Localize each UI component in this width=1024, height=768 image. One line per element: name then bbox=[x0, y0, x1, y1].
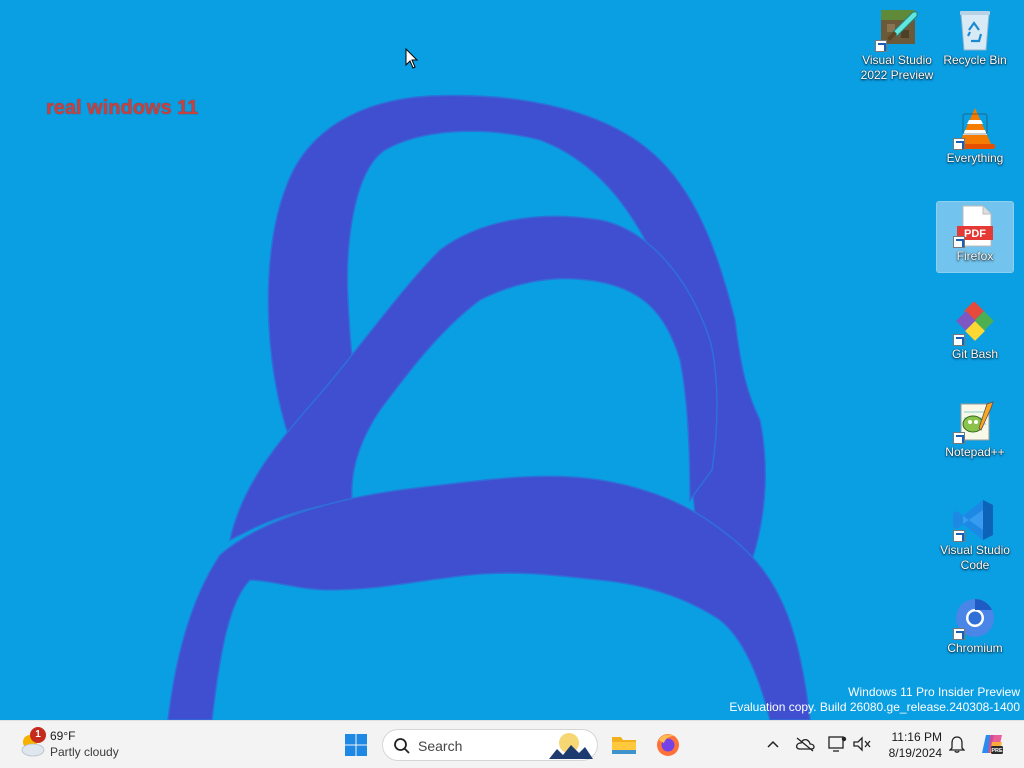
mouse-pointer-icon bbox=[405, 48, 419, 69]
weather-condition: Partly cloudy bbox=[50, 745, 119, 759]
shortcut-arrow-icon bbox=[953, 530, 965, 542]
copilot-button[interactable]: PRE bbox=[980, 732, 1004, 756]
desktop-icon-label: Visual Studio Code bbox=[940, 543, 1010, 572]
show-hidden-icons-button[interactable] bbox=[762, 733, 784, 755]
search-placeholder: Search bbox=[418, 738, 463, 754]
shortcut-arrow-icon bbox=[953, 432, 965, 444]
onedrive-tray-icon[interactable] bbox=[794, 733, 816, 755]
weather-temperature: 69°F bbox=[50, 729, 76, 743]
recycle-bin-icon bbox=[960, 11, 990, 51]
taskbar-file-explorer[interactable] bbox=[606, 727, 642, 763]
watermark-build: Evaluation copy. Build 26080.ge_release.… bbox=[729, 700, 1020, 714]
shortcut-arrow-icon bbox=[875, 40, 887, 52]
desktop-icon-everything[interactable]: Everything bbox=[937, 104, 1013, 174]
copilot-icon: PRE bbox=[982, 735, 1003, 754]
desktop-icon-chromium[interactable]: Chromium bbox=[937, 594, 1013, 664]
desktop-icon-visual-studio-code[interactable]: Visual Studio Code bbox=[937, 496, 1013, 572]
taskbar-clock[interactable]: 11:16 PM 8/19/2024 bbox=[878, 729, 942, 761]
desktop-icon-label: Everything bbox=[946, 151, 1004, 165]
desktop-icon-label: Recycle Bin bbox=[943, 53, 1007, 67]
desktop-icon-firefox[interactable]: PDF Firefox bbox=[936, 201, 1014, 273]
cloud-offline-icon bbox=[795, 737, 815, 752]
speaker-muted-icon bbox=[853, 736, 871, 752]
search-icon bbox=[394, 738, 410, 754]
shortcut-arrow-icon bbox=[953, 236, 965, 248]
desktop-icon-label: Notepad++ bbox=[945, 445, 1005, 459]
wallpaper-caption: real windows 11 bbox=[46, 97, 199, 119]
start-button[interactable] bbox=[338, 727, 374, 763]
svg-text:PDF: PDF bbox=[964, 228, 986, 240]
search-highlight-icon bbox=[549, 733, 593, 759]
taskbar-search[interactable]: Search bbox=[382, 729, 598, 761]
desktop-icon-notepad-plus-plus[interactable]: Notepad++ bbox=[937, 398, 1013, 468]
folder-icon bbox=[612, 737, 636, 754]
desktop-icon-git-bash[interactable]: Git Bash bbox=[937, 300, 1013, 370]
chevron-up-icon bbox=[767, 740, 779, 748]
taskbar: 1 69°F Partly cloudy Search 11:16 PM 8/1… bbox=[0, 720, 1024, 768]
bell-icon bbox=[949, 736, 965, 753]
desktop-icon-visual-studio-2022-preview[interactable]: Visual Studio 2022 Preview bbox=[859, 6, 935, 82]
volume-tray-icon[interactable] bbox=[851, 733, 873, 755]
network-tray-icon[interactable] bbox=[826, 733, 848, 755]
clock-time: 11:16 PM bbox=[891, 730, 942, 744]
clock-date: 8/19/2024 bbox=[888, 746, 942, 760]
desktop-icon-label: Firefox bbox=[956, 249, 994, 263]
windows-logo-icon bbox=[345, 734, 367, 756]
weather-widget[interactable]: 1 69°F Partly cloudy bbox=[16, 727, 146, 763]
desktop-icon-recycle-bin[interactable]: Recycle Bin bbox=[937, 6, 1013, 76]
taskbar-firefox[interactable] bbox=[650, 727, 686, 763]
network-icon bbox=[828, 736, 847, 752]
shortcut-arrow-icon bbox=[953, 628, 965, 640]
desktop-icon-label: Chromium bbox=[947, 641, 1003, 655]
notification-badge: 1 bbox=[30, 727, 46, 743]
evaluation-watermark: Windows 11 Pro Insider Preview Evaluatio… bbox=[729, 685, 1020, 715]
desktop-icon-label: Git Bash bbox=[951, 347, 999, 361]
firefox-icon bbox=[657, 734, 679, 756]
shortcut-arrow-icon bbox=[953, 138, 965, 150]
shortcut-arrow-icon bbox=[953, 334, 965, 346]
notifications-button[interactable] bbox=[946, 733, 968, 755]
watermark-edition: Windows 11 Pro Insider Preview bbox=[848, 685, 1020, 699]
svg-text:PRE: PRE bbox=[991, 748, 1003, 754]
